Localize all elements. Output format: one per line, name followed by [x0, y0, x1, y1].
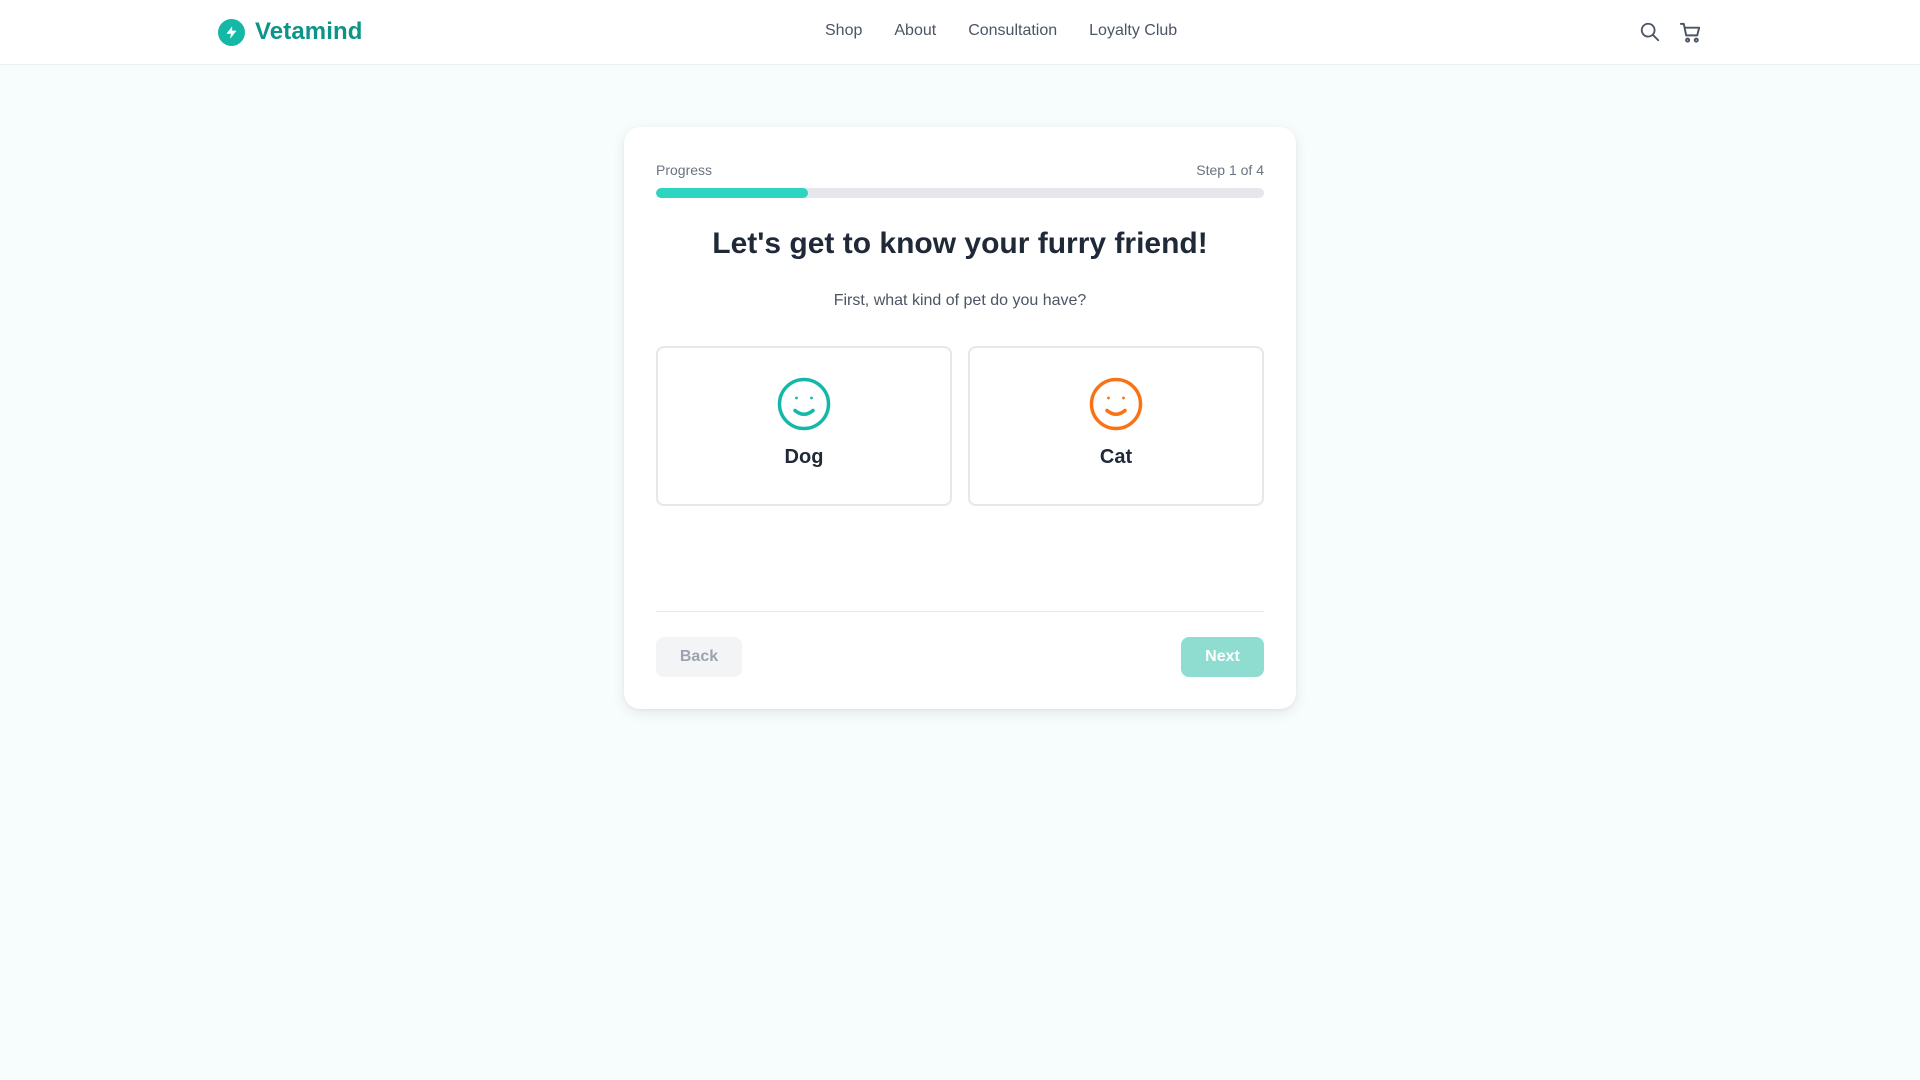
pet-quiz-card: Progress Step 1 of 4 Let's get to know y… [624, 127, 1296, 709]
nav-link-shop[interactable]: Shop [825, 22, 862, 40]
main-nav: Shop About Consultation Loyalty Club [825, 22, 1177, 40]
progress-label: Progress [656, 162, 713, 178]
pet-option-cat[interactable]: Cat [968, 346, 1264, 506]
footer-divider [656, 611, 1264, 612]
pet-type-options: Dog Cat [656, 346, 1264, 506]
pet-option-label: Cat [1099, 446, 1133, 468]
cart-button[interactable] [1678, 19, 1702, 45]
brand-name: Vetamind [255, 18, 363, 45]
pet-option-dog[interactable]: Dog [656, 346, 952, 506]
nav-link-about[interactable]: About [894, 22, 936, 40]
back-button[interactable]: Back [656, 637, 742, 677]
lightning-bolt-icon [218, 18, 245, 46]
step-indicator: Step 1 of 4 [1196, 162, 1264, 178]
nav-link-loyalty-club[interactable]: Loyalty Club [1089, 22, 1177, 40]
progress-header: Progress Step 1 of 4 [656, 162, 1264, 178]
quiz-question: First, what kind of pet do you have? [833, 292, 1087, 309]
progress-bar-fill [656, 188, 808, 198]
cart-icon [1679, 22, 1700, 43]
search-button[interactable] [1638, 19, 1662, 45]
quiz-title: Let's get to know your furry friend! [712, 227, 1208, 260]
nav-link-consultation[interactable]: Consultation [968, 22, 1057, 40]
smiley-face-icon [777, 377, 831, 431]
smiley-face-icon [1089, 377, 1143, 431]
search-icon [1640, 22, 1660, 42]
site-header: Vetamind Shop About Consultation Loyalty… [0, 0, 1920, 65]
header-actions [1638, 19, 1702, 45]
pet-option-label: Dog [784, 446, 824, 468]
brand-logo-link[interactable]: Vetamind [218, 18, 363, 46]
next-button[interactable]: Next [1181, 637, 1264, 677]
progress-bar [656, 188, 1264, 198]
